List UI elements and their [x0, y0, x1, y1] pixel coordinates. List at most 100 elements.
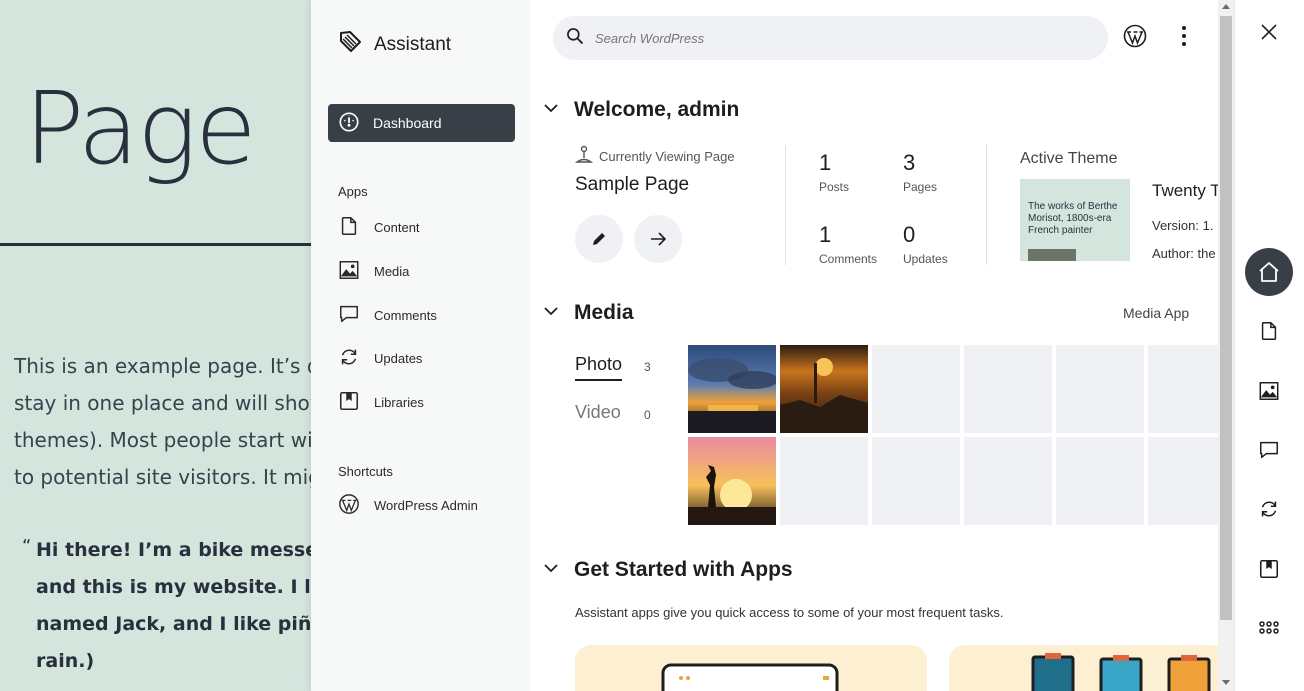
media-photo-sunset-clouds[interactable]	[688, 345, 776, 433]
right-rail	[1234, 0, 1304, 691]
update-icon	[1261, 501, 1277, 517]
welcome-section-header[interactable]: Welcome, admin	[542, 98, 739, 122]
active-theme-label: Active Theme	[1020, 150, 1118, 167]
media-photo-city-sunset[interactable]	[780, 345, 868, 433]
sidebar-item-updates[interactable]: Updates	[338, 346, 422, 370]
arrow-right-icon	[651, 232, 667, 246]
scroll-up-arrow[interactable]	[1222, 4, 1230, 9]
get-started-description: Assistant apps give you quick access to …	[575, 605, 1004, 620]
sidebar-item-label: Updates	[374, 350, 423, 366]
rail-comments-button[interactable]	[1245, 426, 1293, 474]
media-photo-silhouette-sunset[interactable]	[688, 437, 776, 525]
scroll-down-arrow[interactable]	[1222, 680, 1230, 685]
library-icon	[1259, 559, 1279, 579]
scrollbar-thumb[interactable]	[1220, 16, 1232, 620]
sidebar-item-content[interactable]: Content	[338, 215, 420, 239]
search-input[interactable]	[595, 30, 1075, 46]
page-quote: “ Hi there! I’m a bike messer and this i…	[22, 536, 322, 672]
sidebar-item-label: Comments	[374, 307, 437, 323]
more-vertical-icon	[1182, 26, 1186, 46]
page-icon	[1261, 322, 1277, 340]
stats-divider-right	[986, 145, 987, 265]
media-title: Media	[574, 301, 634, 324]
laptop-illustration-icon	[661, 663, 839, 691]
stat-posts[interactable]: 1 Posts	[819, 150, 849, 194]
rail-content-button[interactable]	[1245, 307, 1293, 355]
theme-version: Version: 1.	[1152, 218, 1214, 233]
chevron-down-icon	[542, 302, 560, 325]
wordpress-icon	[338, 493, 360, 518]
sidebar-item-media[interactable]: Media	[338, 259, 409, 283]
media-placeholder	[1056, 437, 1144, 525]
page-heading: Page	[24, 70, 257, 187]
sidebar-item-label: Content	[374, 219, 420, 235]
comment-icon	[338, 303, 360, 328]
theme-thumbnail[interactable]: The works of Berthe Morisot, 1800s-era F…	[1020, 179, 1130, 261]
welcome-title: Welcome, admin	[574, 98, 740, 121]
currently-viewing: Currently Viewing Page	[574, 145, 735, 168]
theme-name: Twenty T	[1152, 181, 1218, 200]
get-started-section-header[interactable]: Get Started with Apps	[542, 558, 793, 582]
location-pin-icon	[574, 145, 594, 168]
photo-count: 3	[644, 360, 651, 374]
stat-comments[interactable]: 1 Comments	[819, 222, 877, 266]
shortcuts-section-label: Shortcuts	[338, 464, 393, 479]
media-app-link[interactable]: Media App	[1123, 305, 1189, 321]
sidebar-item-label: Libraries	[374, 394, 424, 410]
media-placeholder	[780, 437, 868, 525]
assistant-main: Welcome, admin Currently Viewing Page Sa…	[530, 0, 1218, 691]
edit-page-button[interactable]	[575, 215, 623, 263]
search-bar[interactable]	[553, 16, 1108, 60]
sidebar-item-dashboard[interactable]: Dashboard	[328, 104, 515, 142]
apps-section-label: Apps	[338, 184, 368, 199]
sidebar-item-comments[interactable]: Comments	[338, 303, 437, 327]
page-paragraph: This is an example page. It’s di stay in…	[14, 354, 314, 489]
shortcut-wordpress-admin[interactable]: WordPress Admin	[338, 493, 478, 517]
rail-all-apps-button[interactable]	[1245, 604, 1293, 652]
update-icon	[338, 346, 360, 371]
media-placeholder	[964, 345, 1052, 433]
wordpress-logo-button[interactable]	[1123, 24, 1147, 53]
tab-photo[interactable]: Photo	[575, 354, 623, 381]
media-section-header[interactable]: Media	[542, 301, 634, 325]
assistant-title: Assistant	[374, 33, 452, 55]
app-card-2[interactable]	[949, 645, 1218, 691]
library-icon	[338, 390, 360, 415]
media-placeholder	[1056, 345, 1144, 433]
panel-scrollbar[interactable]	[1218, 0, 1234, 691]
more-options-button[interactable]	[1174, 24, 1194, 53]
page-icon	[338, 215, 360, 240]
current-page-name: Sample Page	[575, 174, 690, 195]
sidebar-item-libraries[interactable]: Libraries	[338, 390, 424, 414]
theme-author: Author: the	[1152, 246, 1216, 261]
chevron-down-icon	[542, 559, 560, 582]
assistant-brand: Assistant	[338, 30, 451, 59]
sidebar-item-label: Dashboard	[373, 115, 442, 131]
media-placeholder	[872, 437, 960, 525]
view-page-button[interactable]	[634, 215, 682, 263]
gallery-illustration-icon	[1031, 653, 1211, 691]
home-icon	[1259, 262, 1279, 282]
app-card-1[interactable]	[575, 645, 927, 691]
tab-video[interactable]: Video	[575, 402, 621, 423]
rail-libraries-button[interactable]	[1245, 545, 1293, 593]
rail-updates-button[interactable]	[1245, 485, 1293, 533]
close-icon	[1261, 24, 1277, 40]
image-icon	[338, 259, 360, 284]
grid-icon	[1259, 621, 1279, 634]
heading-divider	[0, 243, 320, 246]
chevron-down-icon	[542, 99, 560, 122]
comment-icon	[1260, 441, 1278, 459]
rail-media-button[interactable]	[1245, 367, 1293, 415]
stats-divider-left	[785, 145, 786, 265]
media-placeholder	[1148, 437, 1218, 525]
assistant-sidebar: Assistant Dashboard Apps Content Media C…	[311, 0, 530, 691]
stat-updates[interactable]: 0 Updates	[903, 222, 948, 266]
close-button[interactable]	[1245, 8, 1293, 56]
assistant-panel: Assistant Dashboard Apps Content Media C…	[311, 0, 1234, 691]
stat-pages[interactable]: 3 Pages	[903, 150, 937, 194]
wordpress-icon	[1123, 24, 1147, 48]
rail-dashboard-button[interactable]	[1245, 248, 1293, 296]
get-started-title: Get Started with Apps	[574, 558, 793, 581]
sidebar-item-label: WordPress Admin	[374, 497, 478, 513]
